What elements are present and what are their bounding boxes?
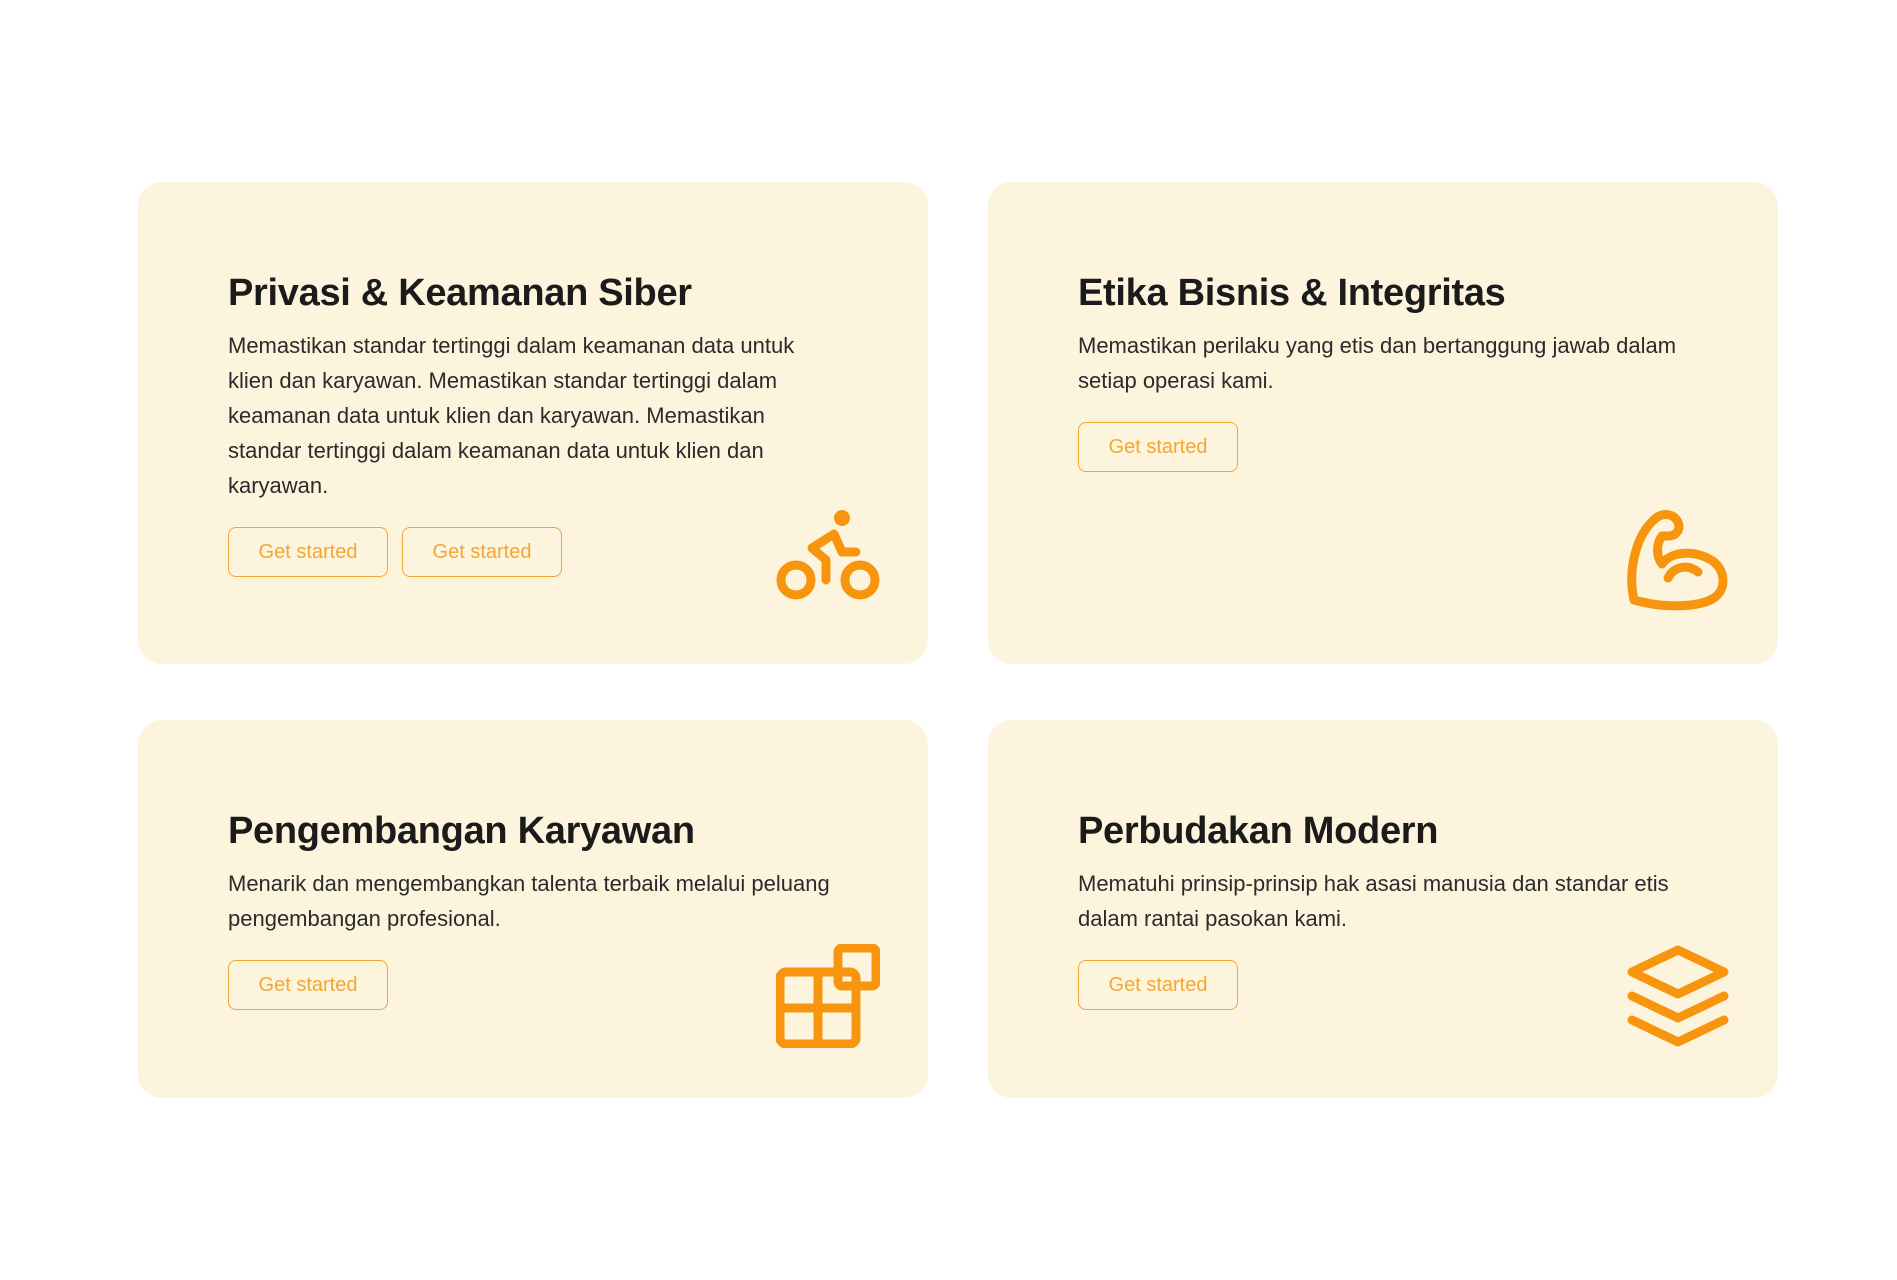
blocks-grid-icon: [776, 944, 880, 1048]
get-started-button-secondary[interactable]: Get started: [402, 527, 562, 577]
bicycle-rider-icon: [776, 508, 880, 612]
card-description: Memastikan perilaku yang etis dan bertan…: [1078, 333, 1677, 393]
card-employee-development: Pengembangan Karyawan Menarik dan mengem…: [138, 720, 928, 1098]
card-description: Mematuhi prinsip-prinsip hak asasi manus…: [1078, 871, 1669, 931]
card-privacy-cybersecurity: Privasi & Keamanan Siber Memastikan stan…: [138, 182, 928, 664]
card-actions: Get started: [1078, 960, 1688, 1010]
card-title: Pengembangan Karyawan: [228, 810, 695, 852]
get-started-button[interactable]: Get started: [1078, 422, 1238, 472]
card-title: Etika Bisnis & Integritas: [1078, 272, 1506, 314]
layers-stack-icon: [1626, 944, 1730, 1048]
get-started-button[interactable]: Get started: [228, 527, 388, 577]
card-title: Privasi & Keamanan Siber: [228, 272, 692, 314]
cards-grid: Privasi & Keamanan Siber Memastikan stan…: [138, 182, 1778, 1098]
card-business-ethics: Etika Bisnis & Integritas Memastikan per…: [988, 182, 1778, 664]
get-started-button[interactable]: Get started: [1078, 960, 1238, 1010]
card-actions: Get started: [1078, 422, 1688, 472]
flexed-arm-icon: [1626, 508, 1730, 612]
card-actions: Get started: [228, 960, 838, 1010]
card-actions: Get started Get started: [228, 527, 838, 577]
card-modern-slavery: Perbudakan Modern Mematuhi prinsip-prins…: [988, 720, 1778, 1098]
card-title: Perbudakan Modern: [1078, 810, 1439, 852]
get-started-button[interactable]: Get started: [228, 960, 388, 1010]
card-description: Menarik dan mengembangkan talenta terbai…: [228, 871, 830, 931]
card-description: Memastikan standar tertinggi dalam keama…: [228, 333, 795, 498]
